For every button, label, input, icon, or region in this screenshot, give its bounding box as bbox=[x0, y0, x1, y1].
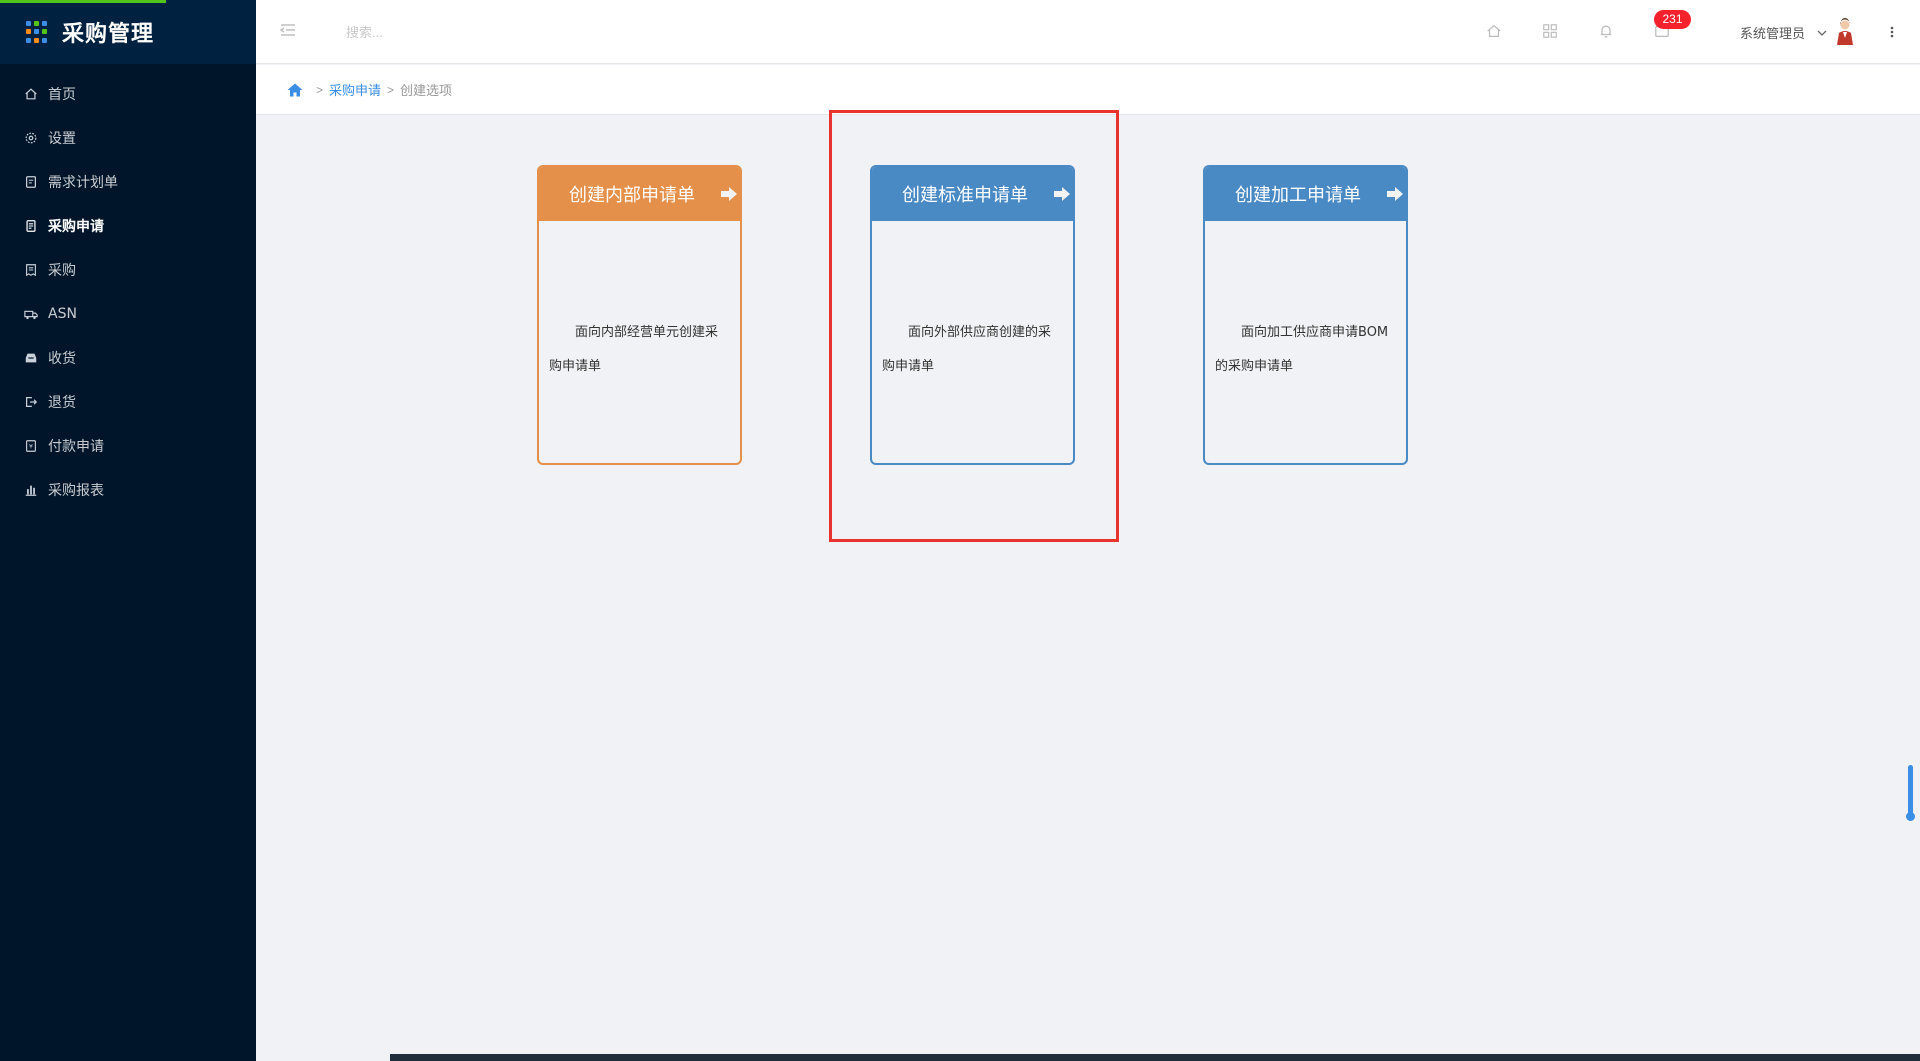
user-name[interactable]: 系统管理员 bbox=[1740, 23, 1805, 42]
card-header[interactable]: 创建内部申请单 bbox=[539, 167, 740, 221]
sidebar-item-label: 需求计划单 bbox=[48, 175, 118, 191]
create-processing-request-card[interactable]: 创建加工申请单 面向加工供应商申请BOM的采购申请单 bbox=[1203, 165, 1408, 465]
card-title: 创建加工申请单 bbox=[1235, 185, 1361, 206]
avatar[interactable] bbox=[1834, 18, 1856, 46]
home-icon[interactable] bbox=[1484, 21, 1504, 41]
sidebar-item-settings[interactable]: 设置 bbox=[0, 116, 256, 160]
home-icon bbox=[24, 87, 38, 101]
payment-icon: ¥ bbox=[24, 439, 38, 453]
grid-icon[interactable] bbox=[1540, 21, 1560, 41]
create-standard-request-card[interactable]: 创建标准申请单 面向外部供应商创建的采购申请单 bbox=[870, 165, 1075, 465]
card-description: 面向加工供应商申请BOM的采购申请单 bbox=[1215, 325, 1389, 374]
sidebar-item-label: 收货 bbox=[48, 351, 76, 367]
create-internal-request-card[interactable]: 创建内部申请单 面向内部经营单元创建采购申请单 bbox=[537, 165, 742, 465]
receipt-icon bbox=[24, 263, 38, 277]
app-title: 采购管理 bbox=[62, 22, 155, 47]
brand[interactable]: 采购管理 bbox=[0, 0, 256, 64]
sidebar-item-label: 退货 bbox=[48, 395, 76, 411]
breadcrumb-separator: > bbox=[316, 82, 324, 97]
sidebar-item-demand-plan[interactable]: 需求计划单 bbox=[0, 160, 256, 204]
home-icon[interactable] bbox=[286, 81, 304, 99]
arrow-right-icon bbox=[1053, 185, 1071, 203]
sidebar-item-purchase-request[interactable]: 采购申请 bbox=[0, 204, 256, 248]
breadcrumb: > 采购申请 > 创建选项 bbox=[286, 80, 452, 99]
card-description: 面向内部经营单元创建采购申请单 bbox=[549, 325, 719, 374]
card-title: 创建标准申请单 bbox=[902, 185, 1028, 206]
card-description: 面向外部供应商创建的采购申请单 bbox=[882, 325, 1052, 374]
more-vertical-icon[interactable] bbox=[1886, 22, 1898, 42]
menu-collapse-icon[interactable] bbox=[278, 20, 298, 40]
sidebar-item-return[interactable]: 退货 bbox=[0, 380, 256, 424]
sidebar-item-label: 设置 bbox=[48, 131, 76, 147]
sidebar-item-label: 付款申请 bbox=[48, 439, 104, 455]
sidebar-item-label: 采购报表 bbox=[48, 483, 104, 499]
notification-badge: 231 bbox=[1654, 10, 1691, 29]
sidebar-item-purchase-report[interactable]: 采购报表 bbox=[0, 468, 256, 512]
breadcrumb-link-purchase-request[interactable]: 采购申请 bbox=[329, 80, 381, 99]
sidebar-item-label: 首页 bbox=[48, 87, 76, 103]
breadcrumb-bar: > 采购申请 > 创建选项 bbox=[256, 65, 1920, 115]
bell-icon[interactable] bbox=[1596, 21, 1616, 41]
svg-text:¥: ¥ bbox=[29, 444, 33, 451]
bar-chart-icon bbox=[24, 483, 38, 497]
breadcrumb-current: 创建选项 bbox=[400, 83, 453, 98]
document-icon bbox=[24, 175, 38, 189]
loading-bar bbox=[0, 0, 166, 3]
truck-icon bbox=[24, 307, 38, 321]
top-header: 231 系统管理员 bbox=[256, 0, 1920, 64]
bottom-bar bbox=[256, 1054, 1920, 1061]
sidebar-item-payment-request[interactable]: ¥ 付款申请 bbox=[0, 424, 256, 468]
arrow-right-icon bbox=[720, 185, 738, 203]
exit-icon bbox=[24, 395, 38, 409]
clipboard-icon bbox=[24, 219, 38, 233]
card-header[interactable]: 创建加工申请单 bbox=[1205, 167, 1406, 221]
scrollbar-handle[interactable] bbox=[1906, 812, 1915, 821]
sidebar: 采购管理 首页 设置 需求计划单 采购申请 采购 ASN 收货 退货 ¥ 付款申… bbox=[0, 0, 256, 1061]
chevron-down-icon[interactable] bbox=[1816, 24, 1828, 36]
card-header[interactable]: 创建标准申请单 bbox=[872, 167, 1073, 221]
card-title: 创建内部申请单 bbox=[569, 185, 695, 206]
gear-icon bbox=[24, 131, 38, 145]
sidebar-item-receiving[interactable]: 收货 bbox=[0, 336, 256, 380]
sidebar-item-label: 采购 bbox=[48, 263, 76, 279]
sidebar-item-label: 采购申请 bbox=[48, 219, 104, 235]
sidebar-item-label: ASN bbox=[48, 306, 77, 322]
arrow-right-icon bbox=[1386, 185, 1404, 203]
sidebar-item-asn[interactable]: ASN bbox=[0, 292, 256, 336]
apps-grid-icon bbox=[26, 21, 48, 43]
sidebar-item-home[interactable]: 首页 bbox=[0, 72, 256, 116]
sidebar-menu: 首页 设置 需求计划单 采购申请 采购 ASN 收货 退货 ¥ 付款申请 采购报… bbox=[0, 64, 256, 512]
inbox-icon bbox=[24, 351, 38, 365]
sidebar-item-purchase[interactable]: 采购 bbox=[0, 248, 256, 292]
search-input[interactable] bbox=[346, 22, 546, 42]
breadcrumb-separator: > bbox=[387, 82, 395, 97]
